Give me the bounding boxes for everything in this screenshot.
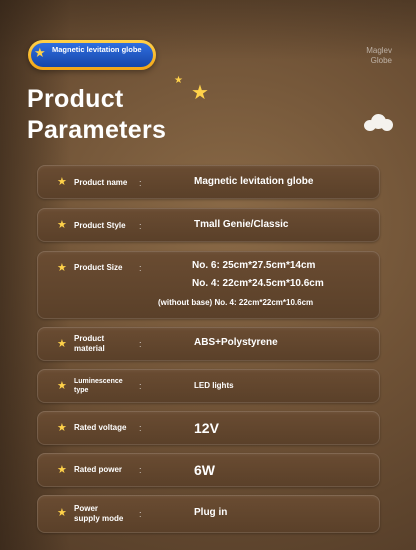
param-colon: : — [139, 178, 142, 188]
param-colon: : — [139, 423, 142, 433]
param-value: 12V — [194, 420, 219, 436]
label-line-2: material — [74, 344, 105, 353]
label-line-2: type — [74, 387, 89, 394]
star-icon: ★ — [57, 380, 67, 392]
brand-logo: Maglev Globe — [332, 46, 392, 66]
param-colon: : — [139, 221, 142, 231]
star-icon: ★ — [57, 262, 67, 274]
param-colon: : — [139, 509, 142, 519]
brand-line-1: Maglev — [366, 46, 392, 55]
param-row-product-name: ★ Product name : Magnetic levitation glo… — [37, 165, 380, 199]
param-colon: : — [139, 381, 142, 391]
star-icon: ★ — [34, 45, 46, 60]
param-label: Rated power — [74, 465, 123, 474]
param-value: Tmall Genie/Classic — [194, 219, 289, 230]
param-label: Rated voltage — [74, 423, 127, 432]
param-label: Power supply mode — [74, 504, 138, 524]
param-value-2: No. 4: 22cm*24.5cm*10.6cm — [192, 278, 324, 289]
param-value: Plug in — [194, 507, 228, 518]
param-label: Product name — [74, 178, 128, 187]
star-icon: ★ — [57, 176, 67, 188]
param-row-power-supply-mode: ★ Power supply mode : Plug in — [37, 495, 380, 533]
star-icon: ★ — [191, 82, 209, 104]
small-star-icon: ★ — [174, 75, 183, 86]
param-label: Product material — [74, 334, 138, 354]
label-line-1: Luminescence — [74, 378, 123, 385]
label-line-1: Power — [74, 504, 99, 513]
product-badge: ★ Magnetic levitation globe — [28, 40, 156, 70]
param-label: Product Style — [74, 221, 126, 230]
brand-line-2: Globe — [370, 56, 392, 65]
param-value: ABS+Polystyrene — [194, 337, 278, 348]
param-row-rated-power: ★ Rated power : 6W — [37, 453, 380, 487]
badge-text: Magnetic levitation globe — [52, 45, 142, 54]
param-value-1: No. 6: 25cm*27.5cm*14cm — [192, 260, 316, 271]
title-line-2: Parameters — [27, 116, 167, 144]
param-colon: : — [139, 465, 142, 475]
param-value: 6W — [194, 462, 215, 478]
label-line-1: Product — [74, 334, 105, 343]
page-title: Product Parameters — [27, 84, 166, 146]
star-icon: ★ — [57, 219, 67, 231]
param-row-product-size: ★ Product Size : No. 6: 25cm*27.5cm*14cm… — [37, 251, 380, 319]
param-row-luminescence-type: ★ Luminescence type : LED lights — [37, 369, 380, 403]
star-icon: ★ — [57, 464, 67, 476]
label-line-2: supply mode — [74, 514, 124, 523]
title-line-1: Product — [27, 85, 124, 113]
param-value-3: (without base) No. 4: 22cm*22cm*10.6cm — [158, 298, 314, 307]
star-icon: ★ — [57, 338, 67, 350]
star-icon: ★ — [57, 422, 67, 434]
param-colon: : — [139, 339, 142, 349]
param-label: Luminescence type — [74, 377, 138, 395]
param-row-product-material: ★ Product material : ABS+Polystyrene — [37, 327, 380, 361]
star-icon: ★ — [57, 507, 67, 519]
param-row-rated-voltage: ★ Rated voltage : 12V — [37, 411, 380, 445]
param-value: Magnetic levitation globe — [194, 176, 314, 187]
param-row-product-style: ★ Product Style : Tmall Genie/Classic — [37, 208, 380, 242]
param-value: LED lights — [194, 381, 234, 390]
param-label: Product Size — [74, 263, 123, 272]
cloud-icon — [364, 112, 394, 132]
param-colon: : — [139, 263, 142, 273]
